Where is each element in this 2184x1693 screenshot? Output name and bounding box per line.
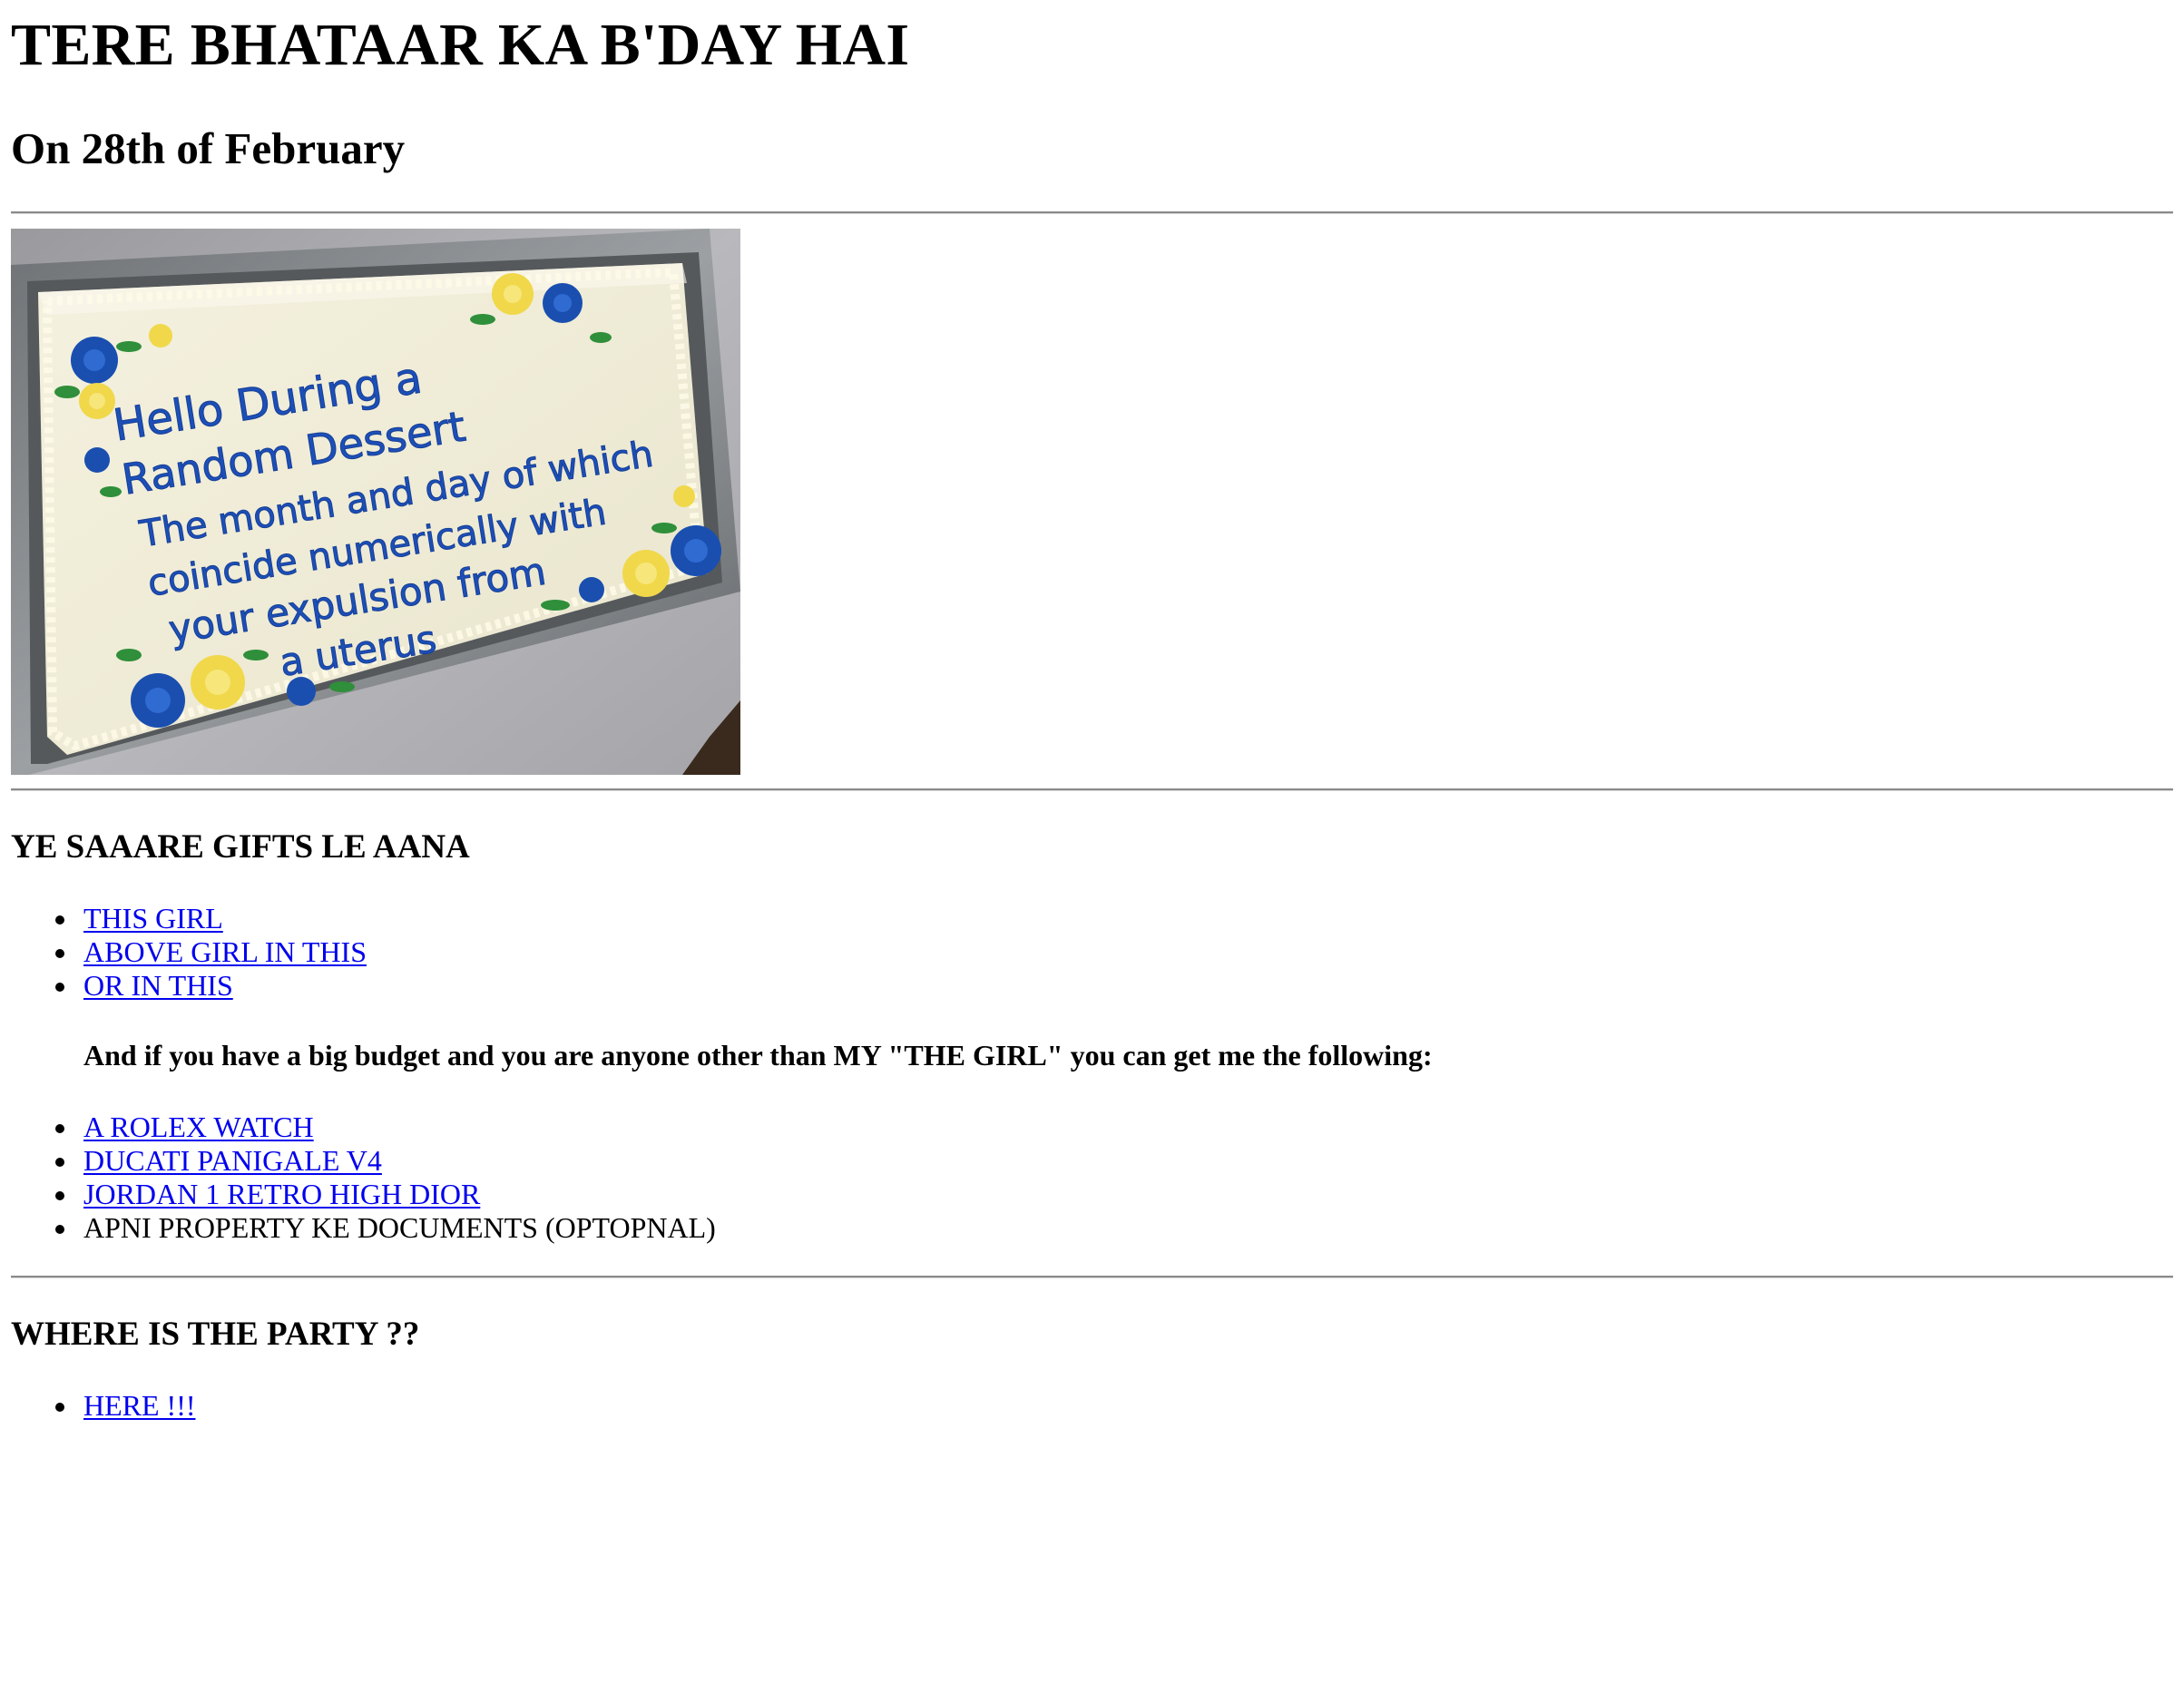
page: TERE BHATAAR KA B'DAY HAI On 28th of Feb… xyxy=(0,11,2184,1693)
gifts-heading: YE SAAARE GIFTS LE AANA xyxy=(11,828,470,866)
party-list: HERE !!! xyxy=(11,1389,2173,1423)
gift-list: THIS GIRL ABOVE GIRL IN THIS OR IN THIS xyxy=(11,902,2173,1003)
gift-link-jordan[interactable]: JORDAN 1 RETRO HIGH DIOR xyxy=(83,1178,480,1210)
page-subtitle: On 28th of February xyxy=(11,123,406,173)
party-location-link[interactable]: HERE !!! xyxy=(83,1389,196,1422)
list-item: JORDAN 1 RETRO HIGH DIOR xyxy=(55,1178,2173,1211)
gift-link-this-girl[interactable]: THIS GIRL xyxy=(83,902,223,935)
list-item: A ROLEX WATCH xyxy=(55,1111,2173,1144)
gift-link-ducati[interactable]: DUCATI PANIGALE V4 xyxy=(83,1144,382,1177)
divider xyxy=(11,211,2173,214)
page-title: TERE BHATAAR KA B'DAY HAI xyxy=(11,12,910,78)
list-item: DUCATI PANIGALE V4 xyxy=(55,1144,2173,1178)
list-item: APNI PROPERTY KE DOCUMENTS (OPTOPNAL) xyxy=(55,1211,2173,1245)
list-item: OR IN THIS xyxy=(55,969,2173,1003)
cake-image: Hello During a Random Dessert The month … xyxy=(11,229,740,775)
budget-note: And if you have a big budget and you are… xyxy=(83,1039,1433,1072)
gift-link-above-girl[interactable]: ABOVE GIRL IN THIS xyxy=(83,935,367,968)
list-item: THIS GIRL xyxy=(55,902,2173,935)
divider xyxy=(11,788,2173,791)
property-documents-item: APNI PROPERTY KE DOCUMENTS (OPTOPNAL) xyxy=(83,1211,716,1244)
big-budget-list: A ROLEX WATCH DUCATI PANIGALE V4 JORDAN … xyxy=(11,1111,2173,1245)
list-item: ABOVE GIRL IN THIS xyxy=(55,935,2173,969)
list-item: HERE !!! xyxy=(55,1389,2173,1423)
divider xyxy=(11,1276,2173,1278)
gift-link-or-in-this[interactable]: OR IN THIS xyxy=(83,969,233,1002)
gift-link-rolex[interactable]: A ROLEX WATCH xyxy=(83,1111,314,1143)
party-heading: WHERE IS THE PARTY ?? xyxy=(11,1316,420,1353)
cake-photo: Hello During a Random Dessert The month … xyxy=(11,229,740,775)
